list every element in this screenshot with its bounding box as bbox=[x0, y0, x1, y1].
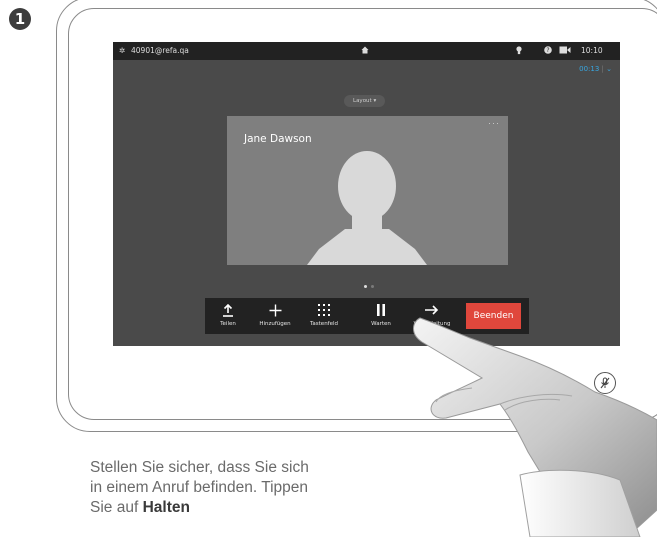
pointing-hand-illustration bbox=[413, 317, 657, 537]
